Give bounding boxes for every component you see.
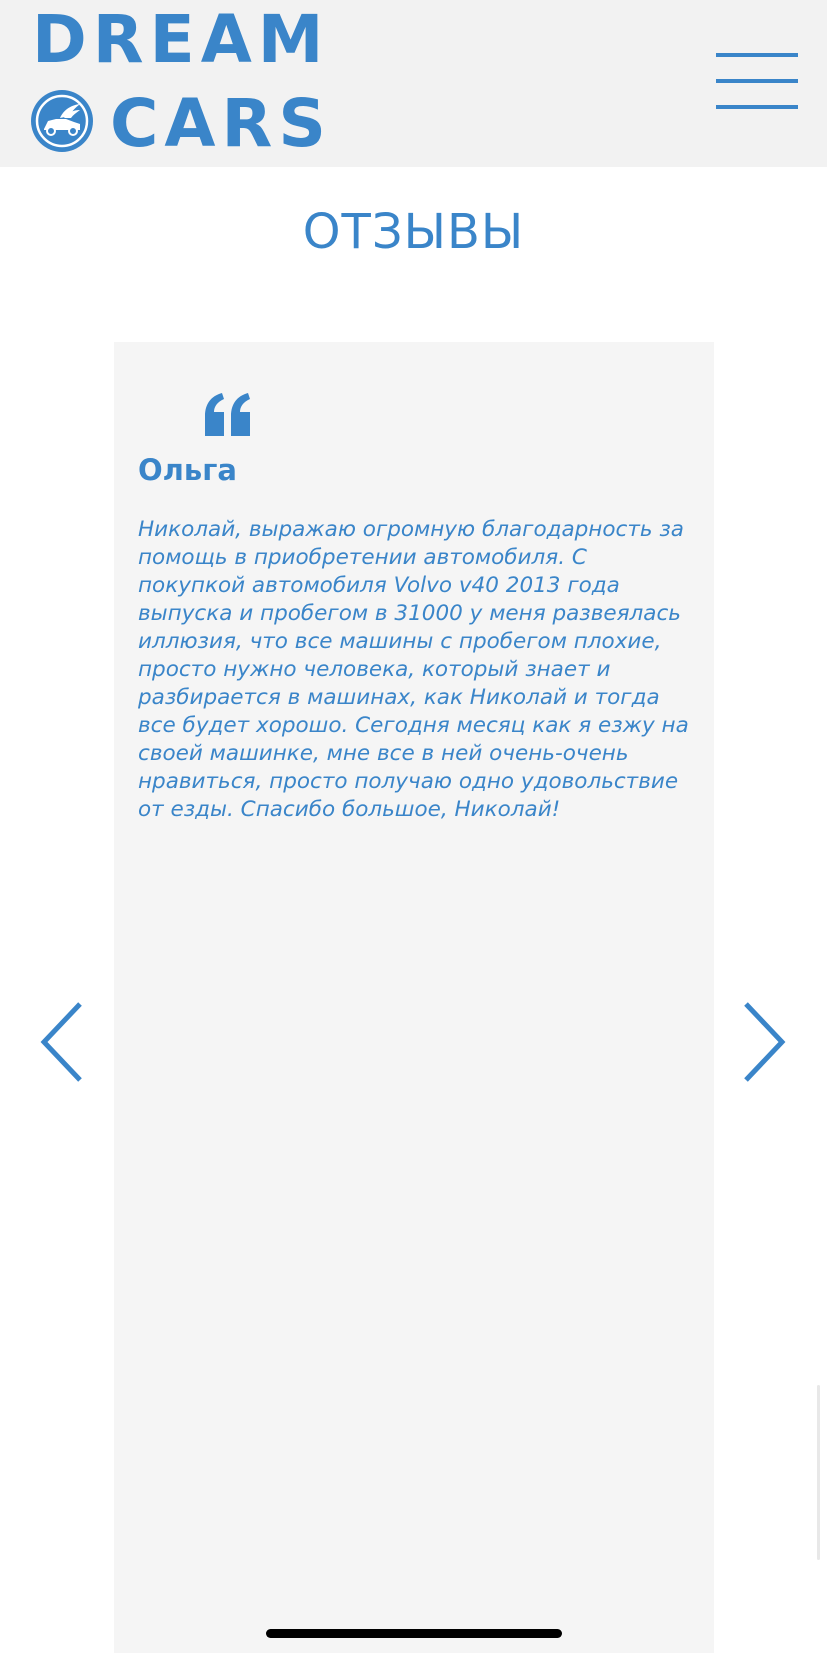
carousel-next-button[interactable] — [738, 1000, 790, 1084]
chevron-left-icon — [40, 1002, 82, 1082]
page-scrollbar[interactable] — [817, 1385, 820, 1560]
reviews-page: DREAM CARS ОТЗЫВЫ Ольга Николай, выражаю… — [0, 0, 827, 1653]
hamburger-menu-icon — [716, 53, 798, 109]
section-title: ОТЗЫВЫ — [302, 204, 525, 260]
site-header: DREAM CARS — [0, 0, 827, 167]
review-card: Ольга Николай, выражаю огромную благодар… — [114, 342, 714, 1653]
carousel-prev-button[interactable] — [38, 1000, 90, 1084]
home-indicator[interactable] — [266, 1629, 562, 1638]
logo-text-cars: CARS — [110, 85, 332, 162]
hamburger-menu-button[interactable] — [716, 50, 798, 112]
reviewer-name: Ольга — [138, 453, 237, 487]
winged-car-emblem-icon — [31, 90, 93, 152]
site-logo[interactable]: DREAM CARS — [30, 0, 350, 167]
chevron-right-icon — [744, 1002, 786, 1082]
review-text: Николай, выражаю огромную благодарность … — [138, 517, 689, 822]
logo-text-dream: DREAM — [32, 1, 330, 78]
quote-icon — [205, 393, 250, 436]
